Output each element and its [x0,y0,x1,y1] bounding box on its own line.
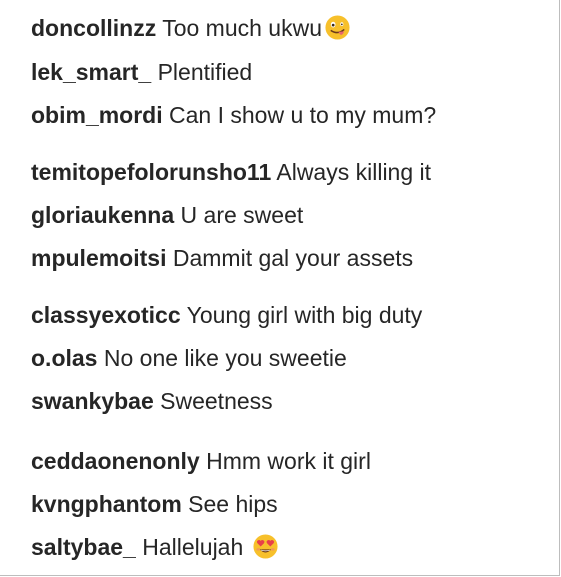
comment-item: doncollinzz Too much ukwu [31,13,351,43]
comment-item: o.olas No one like you sweetie [31,343,347,373]
comment-item: swankybae Sweetness [31,386,273,416]
comment-item: obim_mordi Can I show u to my mum? [31,100,436,130]
comment-username[interactable]: doncollinzz [31,15,156,41]
comment-text: Can I show u to my mum? [169,102,437,128]
comment-item: classyexoticc Young girl with big duty [31,300,422,330]
comment-username[interactable]: ceddaonenonly [31,448,200,474]
comment-text: Too much ukwu [162,15,323,41]
comment-text: Dammit gal your assets [172,245,414,271]
comment-item: kvngphantom See hips [31,489,278,519]
comment-text: No one like you sweetie [103,345,347,371]
comment-text: Plentified [157,59,253,85]
comment-text: Always killing it [276,159,432,185]
comment-username[interactable]: saltybae_ [31,534,136,560]
comment-text: Hmm work it girl [206,448,371,474]
comment-username[interactable]: classyexoticc [31,302,181,328]
comment-item: temitopefolorunsho11 Always killing it [31,157,431,187]
comment-item: ceddaonenonly Hmm work it girl [31,446,371,476]
comment-text: Hallelujah [142,534,244,560]
comment-text: U are sweet [180,202,304,228]
comment-item: saltybae_ Hallelujah [31,532,279,562]
comment-username[interactable]: o.olas [31,345,97,371]
comment-item: gloriaukenna U are sweet [31,200,303,230]
comment-username[interactable]: mpulemoitsi [31,245,166,271]
comment-username[interactable]: temitopefolorunsho11 [31,159,271,185]
heart-eyes-emoji-icon [253,534,278,559]
comment-text: Sweetness [160,388,273,414]
zany-face-emoji-icon [325,15,350,40]
comment-username[interactable]: obim_mordi [31,102,163,128]
comment-username[interactable]: kvngphantom [31,491,182,517]
comment-text: Young girl with big duty [186,302,423,328]
comment-item: lek_smart_ Plentified [31,57,252,87]
comment-username[interactable]: swankybae [31,388,154,414]
comment-item: mpulemoitsi Dammit gal your assets [31,243,413,273]
comment-panel: doncollinzz Too much ukwu lek_smart_ Ple… [0,0,560,576]
comment-text: See hips [188,491,278,517]
comment-username[interactable]: lek_smart_ [31,59,151,85]
comment-username[interactable]: gloriaukenna [31,202,174,228]
